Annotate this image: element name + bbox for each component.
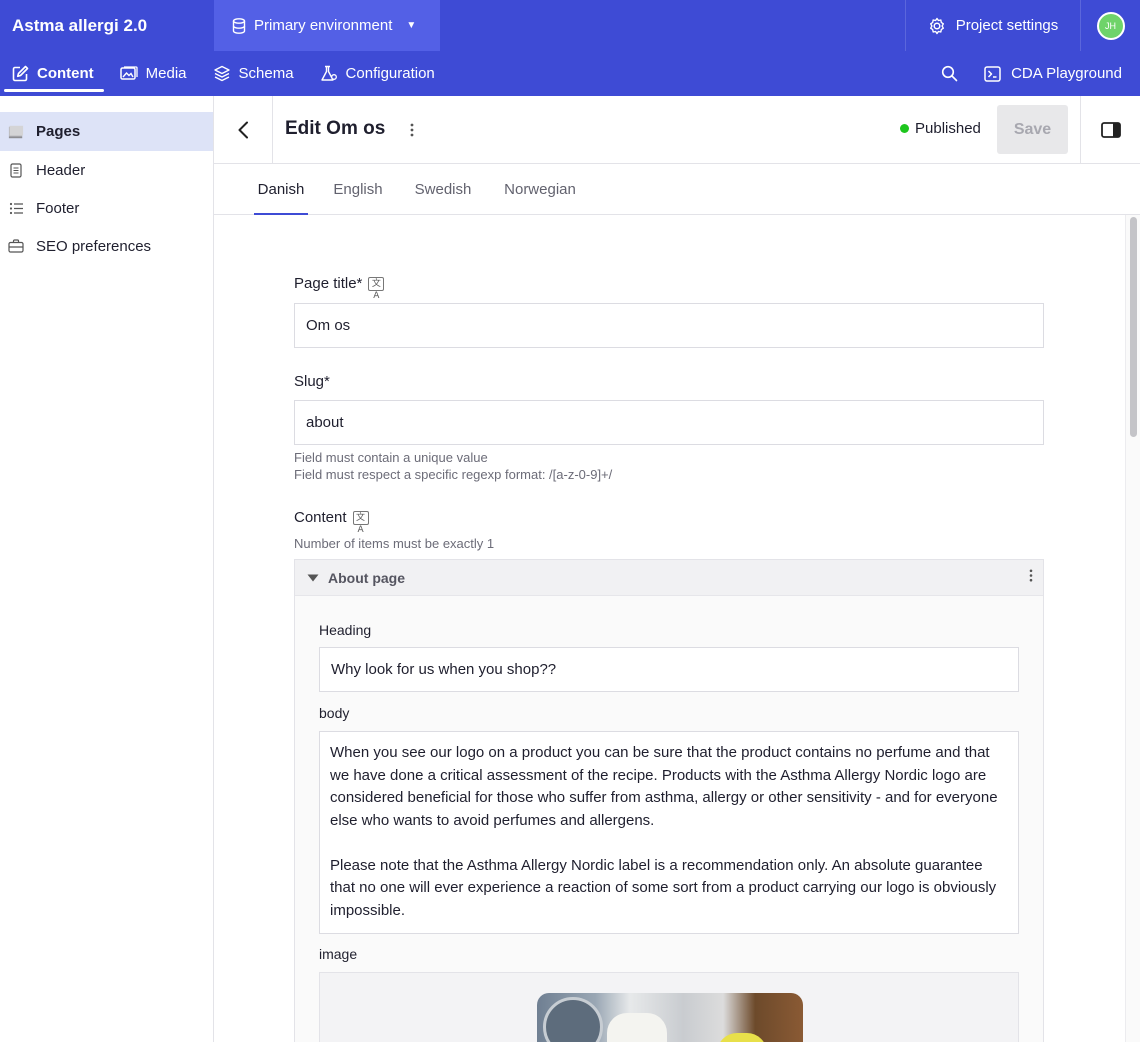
- thumbnail-drum-shape: [543, 997, 603, 1042]
- tab-english[interactable]: English: [330, 164, 386, 215]
- sidebar-item-label: SEO preferences: [36, 237, 152, 255]
- project-settings-button[interactable]: Project settings: [905, 0, 1080, 51]
- status-label: Published: [915, 120, 981, 137]
- block-header[interactable]: About page: [295, 560, 1043, 596]
- slug-input[interactable]: about: [294, 400, 1044, 445]
- thumbnail-towel-shape: [607, 1013, 667, 1042]
- list-icon: [8, 202, 24, 215]
- search-icon: [941, 65, 958, 82]
- sidebar-item-footer[interactable]: Footer: [0, 189, 213, 227]
- project-name[interactable]: Astma allergi 2.0: [0, 0, 214, 51]
- sidebar-panel-toggle[interactable]: [1080, 96, 1140, 164]
- tab-swedish[interactable]: Swedish: [411, 164, 475, 215]
- briefcase-icon: [8, 239, 24, 253]
- form-scrollbar[interactable]: [1125, 215, 1140, 1042]
- sidebar-item-label: Header: [36, 161, 86, 179]
- heading-input[interactable]: Why look for us when you shop??: [319, 647, 1019, 692]
- scrollbar-thumb[interactable]: [1130, 217, 1137, 437]
- sidebar-item-label: Footer: [36, 199, 80, 217]
- kebab-menu-icon: [1029, 569, 1033, 582]
- heading-label: Heading: [319, 622, 372, 638]
- slug-hint-regexp: Field must respect a specific regexp for…: [294, 467, 613, 482]
- page-title-input[interactable]: Om os: [294, 303, 1044, 348]
- tab-norwegian[interactable]: Norwegian: [500, 164, 580, 215]
- page-title-field-label: Page title* 文A: [294, 275, 385, 301]
- more-options-button[interactable]: [406, 120, 418, 140]
- sidebar-item-label: Pages: [36, 123, 81, 140]
- chevron-left-icon: [237, 121, 249, 139]
- sidebar-item-header[interactable]: Header: [0, 151, 213, 189]
- nav-tab-label: Content: [37, 65, 94, 82]
- flask-gear-icon: [320, 65, 338, 82]
- save-button[interactable]: Save: [997, 105, 1068, 154]
- document-icon: [8, 162, 24, 178]
- environment-switcher[interactable]: Primary environment ▼: [214, 0, 440, 51]
- editor-header: Edit Om os Published Save: [214, 96, 1140, 164]
- cda-playground-button[interactable]: CDA Playground: [972, 65, 1140, 82]
- image-icon: [119, 66, 138, 81]
- project-settings-label: Project settings: [955, 17, 1059, 34]
- page-title-label: Page title*: [294, 275, 363, 292]
- image-thumbnail[interactable]: [537, 993, 803, 1042]
- slug-label: Slug*: [294, 373, 330, 390]
- avatar: JH: [1096, 11, 1125, 40]
- sidebar-item-pages[interactable]: Pages: [0, 112, 213, 151]
- search-button[interactable]: [926, 51, 972, 96]
- content-hint: Number of items must be exactly 1: [294, 536, 495, 551]
- terminal-icon: [984, 65, 1001, 82]
- database-icon: [232, 17, 246, 34]
- status-dot-icon: [900, 124, 909, 133]
- nav-tab-schema[interactable]: Schema: [201, 51, 308, 96]
- pencil-square-icon: [12, 65, 29, 82]
- image-field[interactable]: [319, 972, 1019, 1042]
- layers-icon: [213, 65, 231, 82]
- main-nav: Content Media Schema Configuration CDA P…: [0, 51, 1140, 96]
- content-sidebar: Pages Header Footer SEO preferences: [0, 96, 214, 1042]
- gear-icon: [928, 17, 946, 35]
- body-paragraph: When you see our logo on a product you c…: [330, 744, 998, 829]
- nav-tab-media[interactable]: Media: [108, 51, 201, 96]
- translate-icon: 文A: [352, 510, 369, 535]
- caret-down-icon: [307, 574, 319, 582]
- kebab-menu-icon: [410, 123, 414, 137]
- nav-tab-configuration[interactable]: Configuration: [308, 51, 449, 96]
- tab-danish[interactable]: Danish: [254, 164, 308, 216]
- content-block: About page Heading Why look for us when …: [294, 559, 1044, 1042]
- content-field-label: Content 文A: [294, 509, 369, 535]
- body-textarea[interactable]: When you see our logo on a product you c…: [319, 731, 1019, 934]
- cda-playground-label: CDA Playground: [1011, 65, 1122, 82]
- translate-icon: 文A: [368, 276, 385, 301]
- block-title: About page: [328, 569, 405, 586]
- image-label: image: [319, 946, 358, 962]
- page-title: Edit Om os: [285, 118, 386, 139]
- sidebar-item-seo-preferences[interactable]: SEO preferences: [0, 227, 213, 265]
- locale-tabs: Danish English Swedish Norwegian: [214, 164, 1140, 216]
- content-label: Content: [294, 509, 347, 526]
- back-button[interactable]: [214, 96, 273, 164]
- body-label: body: [319, 705, 350, 721]
- body-paragraph: Please note that the Asthma Allergy Nord…: [330, 856, 997, 919]
- panel-right-icon: [1100, 122, 1121, 138]
- editor-form: Page title* 文A Om os Slug* about Field m…: [214, 215, 1140, 1042]
- block-options-button[interactable]: [1029, 569, 1033, 582]
- slug-hint-unique: Field must contain a unique value: [294, 450, 488, 465]
- thumbnail-yellow-shape: [717, 1033, 767, 1042]
- status-badge: Published: [900, 120, 981, 137]
- top-bar: Astma allergi 2.0 Primary environment ▼ …: [0, 0, 1140, 51]
- stack-icon: [8, 124, 24, 140]
- nav-tab-label: Configuration: [345, 65, 435, 82]
- nav-tab-label: Schema: [238, 65, 294, 82]
- nav-tab-label: Media: [145, 65, 187, 82]
- avatar-button[interactable]: JH: [1080, 0, 1140, 51]
- nav-tab-content[interactable]: Content: [0, 51, 108, 96]
- environment-label: Primary environment: [254, 17, 393, 34]
- caret-down-icon: ▼: [406, 20, 417, 31]
